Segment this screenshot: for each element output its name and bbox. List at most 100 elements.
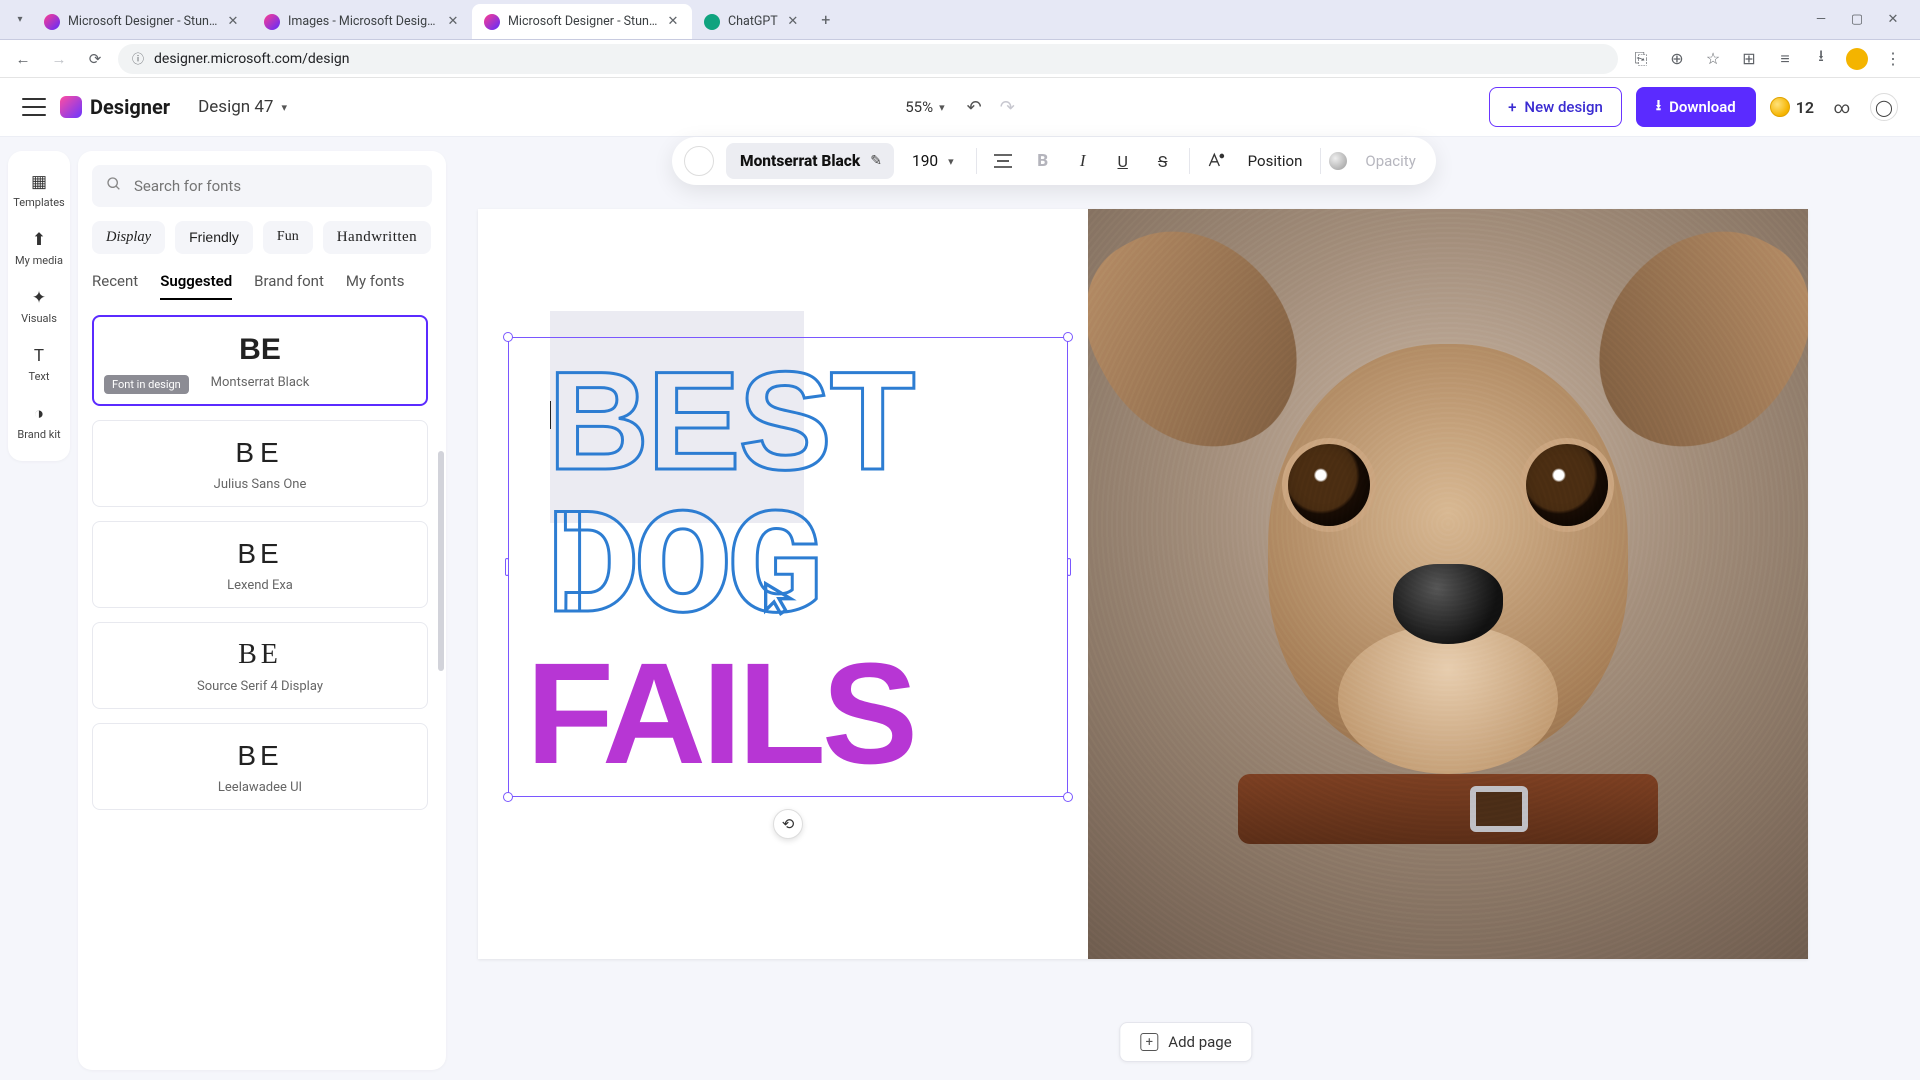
font-card[interactable]: BE Montserrat Black Font in design (92, 315, 428, 406)
site-info-icon[interactable]: ⓘ (132, 50, 144, 67)
new-design-button[interactable]: + New design (1489, 87, 1622, 127)
font-family-select[interactable]: Montserrat Black ✎ (726, 143, 894, 179)
zoom-icon[interactable]: ⊕ (1666, 48, 1688, 70)
tab-close-icon[interactable]: ✕ (666, 15, 680, 29)
tab-title: Microsoft Designer - Stunning (68, 14, 218, 29)
redo-button[interactable]: ↷ (1000, 97, 1015, 118)
rail-item-brand-kit[interactable]: ◑ Brand kit (8, 393, 70, 451)
selection-box[interactable] (508, 337, 1068, 797)
download-button[interactable]: ⭳ Download (1636, 87, 1756, 127)
address-field[interactable]: ⓘ designer.microsoft.com/design (118, 44, 1618, 74)
plus-square-icon: + (1140, 1033, 1158, 1051)
add-page-button[interactable]: + Add page (1119, 1022, 1252, 1062)
scrollbar-thumb[interactable] (438, 451, 444, 671)
browser-tab[interactable]: Images - Microsoft Designer ✕ (252, 4, 472, 39)
search-icon (106, 176, 122, 196)
browser-menu-icon[interactable]: ⋮ (1882, 48, 1904, 70)
share-icon[interactable]: ∞ (1828, 93, 1856, 121)
rail-label: Brand kit (17, 429, 60, 441)
font-style-tag[interactable]: Fun (263, 221, 313, 254)
resize-handle-br[interactable] (1063, 792, 1073, 802)
tab-close-icon[interactable]: ✕ (786, 15, 800, 29)
font-card[interactable]: BE Leelawadee UI (92, 723, 428, 810)
resize-handle-ml[interactable] (505, 558, 509, 576)
browser-tab[interactable]: ChatGPT ✕ (692, 4, 812, 39)
left-rail: ▦ Templates⬆ My media✦ VisualsT Text◑ Br… (0, 137, 78, 1080)
nav-back[interactable]: ← (10, 46, 36, 72)
font-tab-my-fonts[interactable]: My fonts (346, 272, 405, 300)
downloads-icon[interactable]: ⭳ (1810, 48, 1832, 70)
tab-close-icon[interactable]: ✕ (446, 15, 460, 29)
alignment-button[interactable] (985, 143, 1021, 179)
logo-icon (60, 96, 82, 118)
font-card[interactable]: BE Julius Sans One (92, 420, 428, 507)
font-style-tag[interactable]: Display (92, 221, 165, 254)
font-sample: BE (107, 641, 413, 669)
font-tab-recent[interactable]: Recent (92, 272, 138, 300)
font-name: Julius Sans One (107, 477, 413, 492)
resize-handle-mr[interactable] (1067, 558, 1071, 576)
rail-item-my-media[interactable]: ⬆ My media (8, 219, 70, 277)
font-tab-suggested[interactable]: Suggested (160, 272, 232, 300)
install-app-icon[interactable]: ⎘ (1630, 48, 1652, 70)
text-icon: T (28, 345, 50, 367)
font-tab-brand-font[interactable]: Brand font (254, 272, 324, 300)
font-search-input[interactable] (92, 165, 432, 207)
bold-button[interactable]: B (1025, 143, 1061, 179)
profile-avatar[interactable] (1846, 48, 1868, 70)
position-button[interactable]: Position (1238, 152, 1313, 170)
document-name-dropdown[interactable]: Design 47 ▾ (198, 97, 287, 117)
strikethrough-button[interactable]: S (1145, 143, 1181, 179)
text-effects-button[interactable] (1198, 143, 1234, 179)
zoom-value: 55% (905, 98, 933, 116)
window-minimize[interactable]: — (1812, 12, 1830, 27)
font-style-tag[interactable]: Friendly (175, 221, 253, 254)
text-format-toolbar: Montserrat Black ✎ 190 ▾ B I U S Positio… (672, 137, 1436, 185)
bookmark-icon[interactable]: ☆ (1702, 48, 1724, 70)
browser-tab-strip: ▾ Microsoft Designer - Stunning ✕ Images… (0, 0, 1920, 40)
rotate-handle[interactable]: ⟲ (773, 809, 803, 839)
font-category-tabs: Recent Suggested Brand font My fonts (92, 272, 432, 301)
rail-label: Visuals (21, 313, 57, 325)
app-logo[interactable]: Designer (60, 95, 170, 119)
new-tab-button[interactable]: + (812, 0, 840, 39)
font-size-select[interactable]: 190 ▾ (898, 152, 968, 170)
workspace: ▦ Templates⬆ My media✦ VisualsT Text◑ Br… (0, 137, 1920, 1080)
window-close[interactable]: ✕ (1884, 12, 1902, 27)
italic-button[interactable]: I (1065, 143, 1101, 179)
zoom-select[interactable]: 55% ▾ (905, 98, 944, 116)
rail-item-text[interactable]: T Text (8, 335, 70, 393)
account-icon[interactable]: ◯ (1870, 93, 1898, 121)
font-sample: BE (107, 540, 413, 568)
tab-search-dropdown[interactable]: ▾ (8, 0, 32, 39)
reading-list-icon[interactable]: ≡ (1774, 48, 1796, 70)
resize-handle-tr[interactable] (1063, 332, 1073, 342)
design-canvas[interactable]: BEST DOG FAILS ⟲ (478, 209, 1808, 959)
nav-reload[interactable]: ⟳ (82, 46, 108, 72)
rail-item-visuals[interactable]: ✦ Visuals (8, 277, 70, 335)
font-card[interactable]: BE Lexend Exa (92, 521, 428, 608)
underline-button[interactable]: U (1105, 143, 1141, 179)
credits-counter[interactable]: 12 (1770, 97, 1814, 117)
opacity-button[interactable]: Opacity (1355, 152, 1425, 170)
canvas-image[interactable] (1088, 209, 1808, 959)
nav-forward[interactable]: → (46, 46, 72, 72)
undo-button[interactable]: ↶ (967, 97, 982, 118)
chevron-down-icon: ▾ (281, 101, 287, 114)
browser-tab[interactable]: Microsoft Designer - Stunning ✕ (32, 4, 252, 39)
font-card[interactable]: BE Source Serif 4 Display (92, 622, 428, 709)
rail-item-templates[interactable]: ▦ Templates (8, 161, 70, 219)
rail-label: Text (29, 371, 50, 383)
browser-address-bar: ← → ⟳ ⓘ designer.microsoft.com/design ⎘ … (0, 40, 1920, 78)
tab-close-icon[interactable]: ✕ (226, 15, 240, 29)
logo-text: Designer (90, 95, 170, 119)
font-list[interactable]: BE Montserrat Black Font in design BE Jul… (92, 315, 432, 1070)
font-style-tag[interactable]: Handwritten (323, 221, 431, 254)
text-color-swatch[interactable] (684, 146, 714, 176)
window-maximize[interactable]: ▢ (1848, 12, 1866, 27)
resize-handle-bl[interactable] (503, 792, 513, 802)
resize-handle-tl[interactable] (503, 332, 513, 342)
extensions-icon[interactable]: ⊞ (1738, 48, 1760, 70)
menu-button[interactable] (22, 98, 46, 116)
browser-tab[interactable]: Microsoft Designer - Stunning ✕ (472, 4, 692, 39)
